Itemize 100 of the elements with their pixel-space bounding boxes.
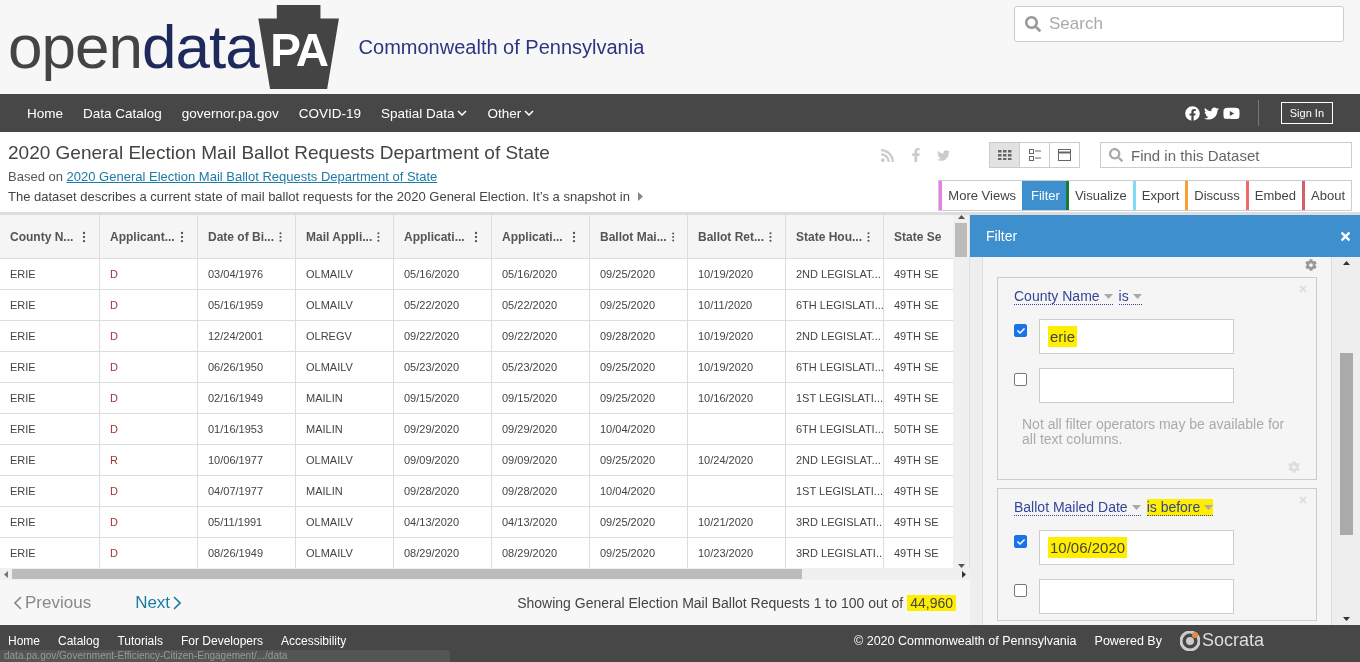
scrollbar-thumb[interactable] [1339,353,1353,535]
table-cell: ERIE [0,414,100,445]
twitter-icon[interactable] [1203,105,1219,121]
column-header[interactable]: State Se [884,215,953,259]
table-cell: D [100,507,198,538]
column-header[interactable]: Ballot Mai... [590,215,688,259]
footer-link[interactable]: Catalog [58,633,100,648]
column-header[interactable]: Ballot Ret... [688,215,786,259]
column-select[interactable]: Ballot Mailed Date [1014,499,1141,516]
table-cell: 01/16/1953 [198,414,296,445]
dataset-title: 2020 General Election Mail Ballot Requests Department of State [8,142,551,164]
table-cell: 05/23/2020 [492,352,590,383]
scroll-right-arrow-icon[interactable] [962,570,966,578]
caret-icon [1132,293,1142,299]
footer-link[interactable]: Tutorials [117,633,163,648]
table-cell: ERIE [0,476,100,507]
scrollbar-thumb[interactable] [12,569,802,579]
footer-link[interactable]: For Developers [180,633,263,648]
table-cell: 10/16/2020 [688,383,786,414]
value-field[interactable]: erie [1039,319,1234,354]
nav-link[interactable]: Spatial Data [380,105,468,121]
table-cell: 09/28/2020 [590,321,688,352]
column-header[interactable]: Applicati... [492,215,590,259]
chevron-left-icon [14,595,22,610]
column-header[interactable]: State Hou... [786,215,884,259]
column-header[interactable]: Mail Appli... [296,215,394,259]
table-cell: 6TH LEGISLATI... [786,290,884,321]
caret-icon [1204,504,1214,510]
horizontal-scrollbar[interactable] [0,568,970,580]
total-count: 44,960 [907,594,956,611]
table-cell: ERIE [0,383,100,414]
table-cell: 03/04/1976 [198,259,296,290]
table-cell: 10/24/2020 [688,445,786,476]
table-cell: D [100,290,198,321]
view-toggle-button[interactable] [1049,142,1080,168]
expand-arrow-icon[interactable] [637,192,643,201]
table-cell: 09/09/2020 [492,445,590,476]
value-field[interactable]: 10/06/2020 [1039,530,1234,565]
find-field[interactable]: Find in this Dataset [1100,142,1352,168]
column-header[interactable]: Applicati... [394,215,492,259]
operator-select[interactable]: is [1118,288,1142,305]
column-header[interactable]: County N... [0,215,100,259]
footer-link[interactable]: Accessibility [281,633,347,648]
view-toggle-button[interactable] [1019,142,1050,168]
checkbox[interactable] [1014,535,1027,548]
table-cell: 10/21/2020 [688,507,786,538]
table-cell: 09/25/2020 [590,259,688,290]
table-cell: D [100,352,198,383]
scroll-left-arrow-icon[interactable] [4,570,8,578]
table-cell: 10/04/2020 [590,476,688,507]
nav-link[interactable]: governor.pa.gov [181,105,279,121]
checkbox[interactable] [1014,324,1027,337]
nav-link[interactable]: Home [27,105,63,121]
sign-in-button[interactable]: Sign In [1280,102,1333,124]
close-icon[interactable] [1339,229,1352,243]
source-link[interactable]: 2020 General Election Mail Ballot Requests Department of State [66,169,438,184]
nav-link[interactable]: Data Catalog [83,105,162,121]
view-toggle-button[interactable] [989,142,1020,168]
table-cell: OLMAILV [296,259,394,290]
table-cell: MAILIN [296,383,394,414]
column-header[interactable]: Date of Bi... [198,215,296,259]
grid-icon [997,150,1012,160]
scroll-down-arrow-icon[interactable] [1342,617,1350,621]
table-cell: ERIE [0,445,100,476]
nav-link[interactable]: COVID-19 [298,105,361,121]
table-cell: OLMAILV [296,445,394,476]
scroll-up-arrow-icon[interactable] [1342,261,1350,265]
value-field[interactable] [1039,579,1234,614]
next-link[interactable]: Next [135,592,182,613]
brand-name: Socrata [1201,630,1264,651]
table-cell: 09/25/2020 [590,445,688,476]
table-cell: D [100,476,198,507]
table-cell: OLMAILV [296,290,394,321]
table-cell: 2ND LEGISLAT... [786,321,884,352]
dataset-description: The dataset describes a current state of mail ballot requests for the 2020 General Election. It’s a snapshot in [8,189,630,204]
scroll-up-arrow-icon[interactable] [957,215,965,219]
checkbox[interactable] [1014,584,1027,597]
table-cell: ERIE [0,507,100,538]
value-field[interactable] [1039,368,1234,403]
copyright-text: © 2020 Commonwealth of Pennsylvania [854,633,1077,648]
column-select[interactable]: County Name [1014,288,1113,305]
settings-icon[interactable] [1305,259,1317,271]
table-cell: 05/16/2020 [492,259,590,290]
table-cell: 10/19/2020 [688,321,786,352]
nav-link[interactable]: Other [487,105,535,121]
vertical-scrollbar[interactable] [953,215,969,568]
status-url: data.pa.gov/Government-Efficiency-Citizen-Engagement/.../data [0,650,450,662]
footer-link[interactable]: Home [8,633,40,648]
column-header[interactable]: Applicant... [100,215,198,259]
table-cell: 04/13/2020 [394,507,492,538]
checkbox[interactable] [1014,373,1027,386]
results-summary: Showing General Election Mail Ballot Requests 1 to 100 out of [517,594,904,611]
table-cell: R [100,445,198,476]
facebook-icon[interactable] [1184,105,1200,121]
site-tagline: Commonwealth of Pennsylvania [358,35,645,59]
table-cell: MAILIN [296,414,394,445]
scrollbar-thumb[interactable] [955,223,967,257]
scroll-down-arrow-icon[interactable] [957,564,965,568]
chevron-right-icon [173,595,182,610]
operator-select[interactable]: is before [1146,499,1214,516]
